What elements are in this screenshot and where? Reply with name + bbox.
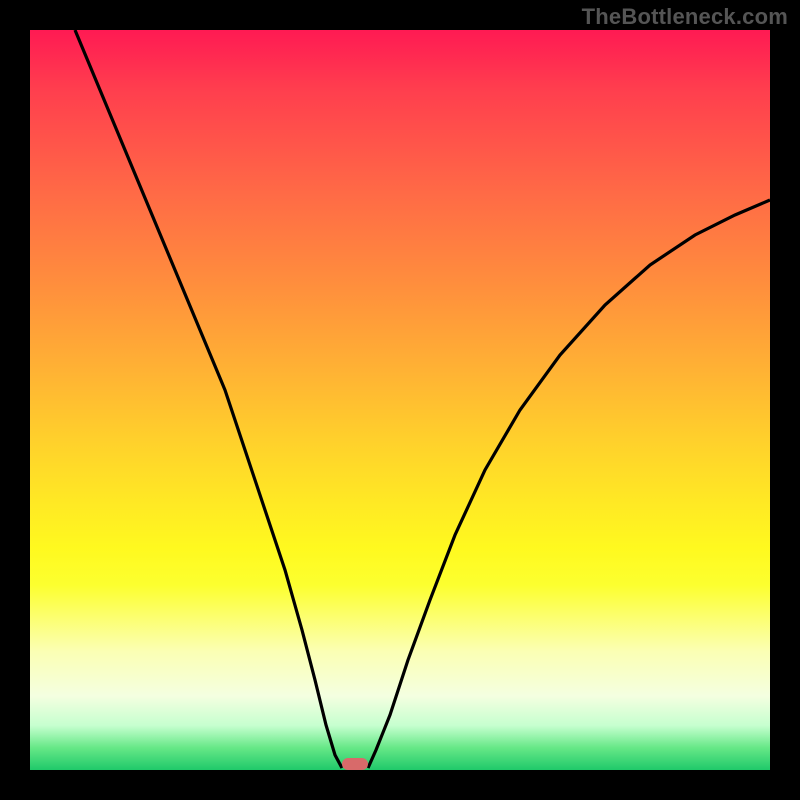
watermark-text: TheBottleneck.com	[582, 4, 788, 30]
left-curve	[75, 30, 342, 768]
plot-area	[30, 30, 770, 770]
chart-stage: TheBottleneck.com	[0, 0, 800, 800]
curves-svg	[30, 30, 770, 770]
right-curve	[368, 200, 770, 768]
min-marker	[342, 758, 368, 770]
